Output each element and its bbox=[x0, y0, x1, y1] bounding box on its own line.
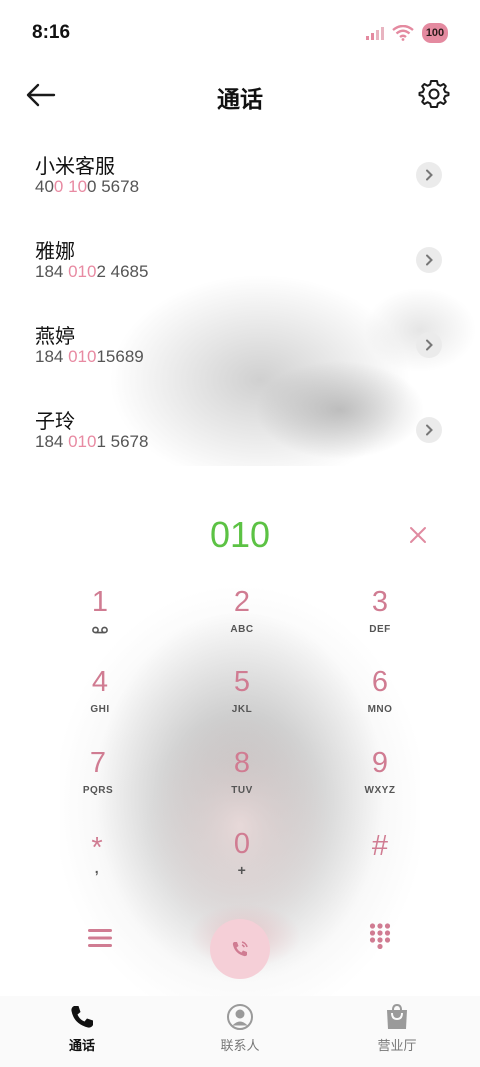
battery-icon: 100 bbox=[422, 23, 448, 43]
contact-name: 燕婷 bbox=[35, 324, 75, 348]
nav-label: 营业厅 bbox=[377, 1039, 417, 1054]
status-icons: 100 bbox=[366, 23, 448, 43]
number-match-highlight: 010 bbox=[68, 432, 97, 451]
key-5[interactable]: 5 JKL bbox=[192, 666, 292, 736]
wifi-icon bbox=[392, 25, 414, 41]
chevron-right-icon bbox=[426, 169, 433, 181]
number-segment: 184 bbox=[35, 347, 69, 366]
close-icon[interactable] bbox=[406, 523, 430, 547]
key-letters: , bbox=[94, 860, 100, 876]
keypad-toggle-button[interactable] bbox=[360, 916, 400, 956]
key-digit: 7 bbox=[89, 747, 107, 779]
contact-detail-button[interactable] bbox=[416, 417, 442, 443]
number-segment: 184 bbox=[35, 432, 69, 451]
contact-row[interactable]: 雅娜 184 0102 4685 bbox=[0, 225, 480, 310]
number-match-highlight: 010 bbox=[68, 262, 97, 281]
gear-icon[interactable] bbox=[418, 78, 450, 110]
contact-number: 400 100 5678 bbox=[35, 177, 480, 197]
number-match-highlight: 0 bbox=[53, 177, 64, 196]
contact-name: 雅娜 bbox=[35, 239, 75, 263]
page-title: 通话 bbox=[217, 87, 263, 113]
chevron-right-icon bbox=[426, 339, 433, 351]
key-digit: 5 bbox=[233, 666, 251, 698]
nav-item-store[interactable]: 营业厅 bbox=[342, 1002, 452, 1054]
key-letters: TUV bbox=[231, 785, 253, 796]
key-1[interactable]: 1 bbox=[50, 586, 150, 656]
key-digit: 2 bbox=[233, 586, 251, 618]
key-digit: 8 bbox=[233, 747, 251, 779]
key-hash[interactable]: # bbox=[330, 830, 430, 900]
nav-label: 联系人 bbox=[220, 1039, 260, 1054]
phone-icon bbox=[71, 1006, 93, 1028]
key-letters: PQRS bbox=[82, 785, 114, 796]
number-match-highlight: 010 bbox=[68, 347, 97, 366]
bottom-nav: 通话 联系人 营业厅 bbox=[0, 996, 480, 1067]
key-4[interactable]: 4 GHI bbox=[50, 666, 150, 736]
chevron-right-icon bbox=[426, 424, 433, 436]
number-segment: 184 bbox=[35, 262, 69, 281]
key-letters: WXYZ bbox=[364, 785, 396, 796]
call-button[interactable] bbox=[210, 919, 270, 979]
key-letters: JKL bbox=[231, 704, 253, 715]
number-segment: 2 4685 bbox=[96, 262, 149, 281]
contact-detail-button[interactable] bbox=[416, 247, 442, 273]
key-star[interactable]: * , bbox=[47, 832, 147, 902]
contact-number: 184 0102 4685 bbox=[35, 262, 480, 282]
key-9[interactable]: 9 WXYZ bbox=[330, 747, 430, 817]
number-segment: 0 5678 bbox=[87, 177, 140, 196]
status-bar: 8:16 100 bbox=[0, 0, 480, 66]
contact-detail-button[interactable] bbox=[416, 332, 442, 358]
key-letters: GHI bbox=[90, 704, 110, 715]
nav-item-contacts[interactable]: 联系人 bbox=[185, 1002, 295, 1054]
contact-detail-button[interactable] bbox=[416, 162, 442, 188]
key-letters: ABC bbox=[230, 624, 254, 635]
key-letters: MNO bbox=[367, 704, 393, 715]
shopping-bag-icon bbox=[387, 1003, 407, 1029]
phone-call-icon bbox=[232, 941, 248, 957]
key-digit: 3 bbox=[371, 586, 389, 618]
contact-number: 184 0101 5678 bbox=[35, 432, 480, 452]
number-match-highlight: 10 bbox=[68, 177, 88, 196]
contact-name: 子玲 bbox=[35, 409, 75, 433]
key-letters: + bbox=[237, 862, 247, 878]
key-digit: # bbox=[371, 830, 389, 862]
nav-label: 通话 bbox=[68, 1039, 95, 1054]
number-segment: 15689 bbox=[96, 347, 144, 366]
number-segment: 40 bbox=[35, 177, 54, 196]
number-segment: 1 5678 bbox=[96, 432, 149, 451]
contact-row[interactable]: 小米客服 400 100 5678 bbox=[0, 140, 480, 225]
contact-number: 184 01015689 bbox=[35, 347, 480, 367]
key-digit: 1 bbox=[91, 586, 109, 618]
key-0[interactable]: 0 + bbox=[192, 828, 292, 898]
nav-item-calls[interactable]: 通话 bbox=[27, 1002, 137, 1054]
contact-name: 小米客服 bbox=[35, 154, 115, 178]
key-digit: 9 bbox=[371, 747, 389, 779]
key-letters: DEF bbox=[369, 624, 391, 635]
key-8[interactable]: 8 TUV bbox=[192, 747, 292, 817]
contact-row[interactable]: 燕婷 184 01015689 bbox=[0, 310, 480, 395]
menu-icon bbox=[88, 929, 112, 947]
signal-icon bbox=[366, 27, 384, 40]
keypad-icon bbox=[369, 923, 391, 949]
key-digit: 4 bbox=[91, 666, 109, 698]
key-digit: 6 bbox=[371, 666, 389, 698]
header: 通话 bbox=[0, 70, 480, 120]
key-6[interactable]: 6 MNO bbox=[330, 666, 430, 736]
key-2[interactable]: 2 ABC bbox=[192, 586, 292, 656]
key-3[interactable]: 3 DEF bbox=[330, 586, 430, 656]
key-7[interactable]: 7 PQRS bbox=[48, 747, 148, 817]
voicemail-icon bbox=[92, 626, 108, 634]
chevron-right-icon bbox=[426, 254, 433, 266]
contacts-icon bbox=[227, 1004, 253, 1030]
contact-list: 小米客服 400 100 5678 雅娜 184 0102 4685 燕婷 18… bbox=[0, 140, 480, 480]
menu-button[interactable] bbox=[80, 918, 120, 958]
key-digit: 0 bbox=[233, 828, 251, 860]
dial-pad-panel: 010 1 2 ABC 3 DEF 4 GHI 5 JKL 6 MNO 7 PQ… bbox=[0, 466, 480, 996]
status-time: 8:16 bbox=[32, 22, 71, 43]
